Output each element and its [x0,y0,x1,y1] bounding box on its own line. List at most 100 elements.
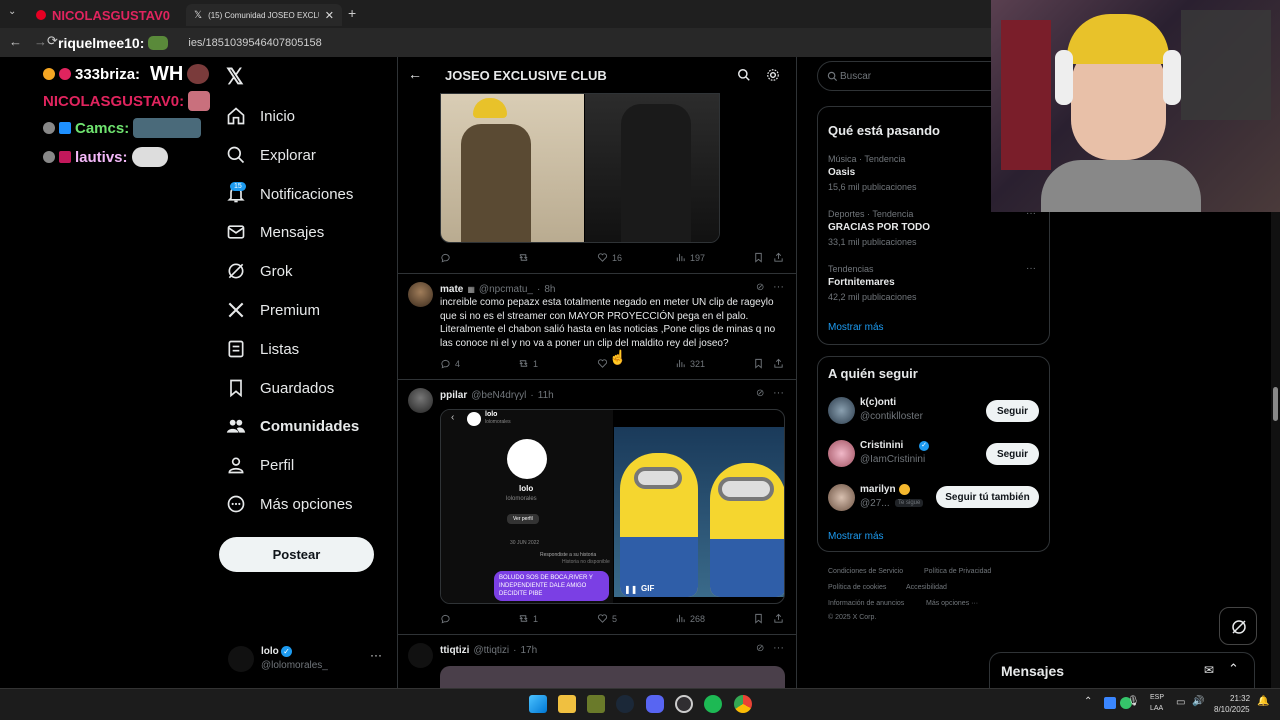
like-button[interactable]: 5 [597,613,617,624]
nav-bookmarks[interactable]: Guardados [226,375,334,401]
obs-icon[interactable] [675,695,693,713]
share-button[interactable] [773,613,784,624]
share-button[interactable] [773,358,784,369]
network-icon[interactable]: ▭ [1176,697,1185,708]
follow-name[interactable]: k(c)onti [860,397,896,408]
tweet-time[interactable]: 8h [544,284,555,295]
account-switcher[interactable]: lolo ✓ @lolomorales_ ··· [228,644,388,674]
trend-name[interactable]: GRACIAS POR TODO [828,222,930,233]
show-more-link[interactable]: Mostrar más [828,322,884,333]
collapse-icon[interactable]: ⌃ [1228,661,1239,677]
trend-name[interactable]: Fortnitemares [828,277,895,288]
retweet-button[interactable]: 1 [518,613,538,624]
follow-button[interactable]: Seguir [986,443,1039,465]
author-name[interactable]: ppilar [440,390,467,401]
tweet-media[interactable] [440,666,785,688]
new-message-icon[interactable]: ✉ [1204,663,1214,677]
footer-link[interactable]: Más opciones ··· [926,600,978,607]
footer-link[interactable]: Política de cookies [828,584,886,591]
reply-button[interactable]: 4 [440,358,460,369]
scrollbar-thumb[interactable] [1273,387,1278,421]
more-dots-icon[interactable]: ··· [773,281,784,293]
gear-icon[interactable] [766,68,780,82]
avatar[interactable] [408,388,433,413]
footer-link[interactable]: Condiciones de Servicio [828,568,903,575]
retweet-button[interactable]: 1 [518,358,538,369]
nav-profile[interactable]: Perfil [226,452,294,478]
footer-link[interactable]: Accesibilidad [906,584,947,591]
nav-premium[interactable]: Premium [226,297,320,323]
views-button[interactable]: 268 [675,613,705,624]
nav-explore[interactable]: Explorar [226,142,316,168]
more-dots-icon[interactable]: ··· [1026,263,1036,274]
browser-tab-active[interactable]: 𝕏 (15) Comunidad JOSEO EXCLUS ✕ [186,4,342,26]
forward-icon[interactable]: → [34,34,47,49]
author-name[interactable]: ttiqtizi [440,645,469,656]
grok-icon[interactable]: ⊘ [756,282,764,293]
steam-icon[interactable] [616,695,634,713]
clock-date[interactable]: 8/10/2025 [1214,705,1250,714]
pause-icon[interactable]: ❚❚ [624,585,637,594]
tray-app-icon[interactable] [1104,697,1116,709]
nav-messages[interactable]: Mensajes [226,219,324,245]
follow-button[interactable]: Seguir [986,400,1039,422]
clock-time[interactable]: 21:32 [1230,694,1250,703]
file-explorer-icon[interactable] [558,695,576,713]
notification-bell-icon[interactable]: 🔔 [1257,696,1269,707]
bookmark-button[interactable] [753,613,764,624]
grok-fab[interactable] [1219,607,1257,645]
chrome-icon[interactable] [734,695,752,713]
discord-icon[interactable] [646,695,664,713]
lang-indicator[interactable]: LAA [1150,705,1163,712]
footer-link[interactable]: Política de Privacidad [924,568,991,575]
author-handle[interactable]: @beN4drγyl [471,390,526,401]
follow-back-button[interactable]: Seguir tú también [936,486,1039,508]
follow-name[interactable]: marilyn [860,484,896,495]
reply-button[interactable] [440,613,455,624]
nav-more[interactable]: Más opciones [226,491,353,517]
microphone-icon[interactable]: 🎙 [1127,696,1140,707]
messages-drawer[interactable]: Mensajes ✉ ⌃ [989,652,1255,688]
search-input[interactable]: Buscar [817,61,1017,91]
bookmark-button[interactable] [753,358,764,369]
author-name[interactable]: mate [440,284,463,295]
lang-indicator[interactable]: ESP [1150,694,1164,701]
browser-tab[interactable]: NICOLASGUSTAV0 [28,4,178,26]
more-dots-icon[interactable]: ··· [773,387,784,399]
author-handle[interactable]: @ttiqtizi [473,645,509,656]
search-icon[interactable] [737,68,751,82]
new-tab-icon[interactable]: + [348,5,356,21]
show-more-link[interactable]: Mostrar más [828,531,884,542]
grok-icon[interactable]: ⊘ [756,643,764,654]
reply-button[interactable] [440,252,455,263]
url-field[interactable]: riquelmee10: ies/1851039546407805158 [58,33,972,53]
more-dots-icon[interactable]: ··· [773,642,784,654]
nav-home[interactable]: Inicio [226,103,295,129]
tweet-time[interactable]: 17h [521,645,538,656]
x-logo-icon[interactable]: 𝕏 [226,64,244,90]
app-icon[interactable] [587,695,605,713]
tweet-time[interactable]: 11h [538,390,554,401]
avatar[interactable] [828,484,855,511]
tweet-media[interactable] [440,93,720,243]
more-dots-icon[interactable]: ··· [370,648,382,662]
post-button[interactable]: Postear [219,537,374,572]
reload-icon[interactable]: ⟳ [47,33,58,49]
like-button[interactable]: 16 [597,252,622,263]
trend-name[interactable]: Oasis [828,167,855,178]
follow-name[interactable]: Cristinini [860,440,903,451]
views-button[interactable]: 321 [675,358,705,369]
author-handle[interactable]: @npcmatu_ [479,284,533,295]
avatar[interactable] [828,397,855,424]
avatar[interactable] [408,643,433,668]
close-tab-icon[interactable]: ✕ [325,9,334,22]
tab-menu-icon[interactable]: ⌄ [8,6,16,17]
back-icon[interactable]: ← [9,34,22,49]
retweet-button[interactable] [518,252,533,263]
nav-communities[interactable]: Comunidades [226,413,359,439]
nav-grok[interactable]: Grok [226,258,293,284]
avatar[interactable] [408,282,433,307]
tweet-media[interactable]: ‹ lolo lolomorales lolo lolomorales Ver … [440,409,785,604]
avatar[interactable] [828,440,855,467]
volume-icon[interactable]: 🔊 [1192,696,1204,707]
